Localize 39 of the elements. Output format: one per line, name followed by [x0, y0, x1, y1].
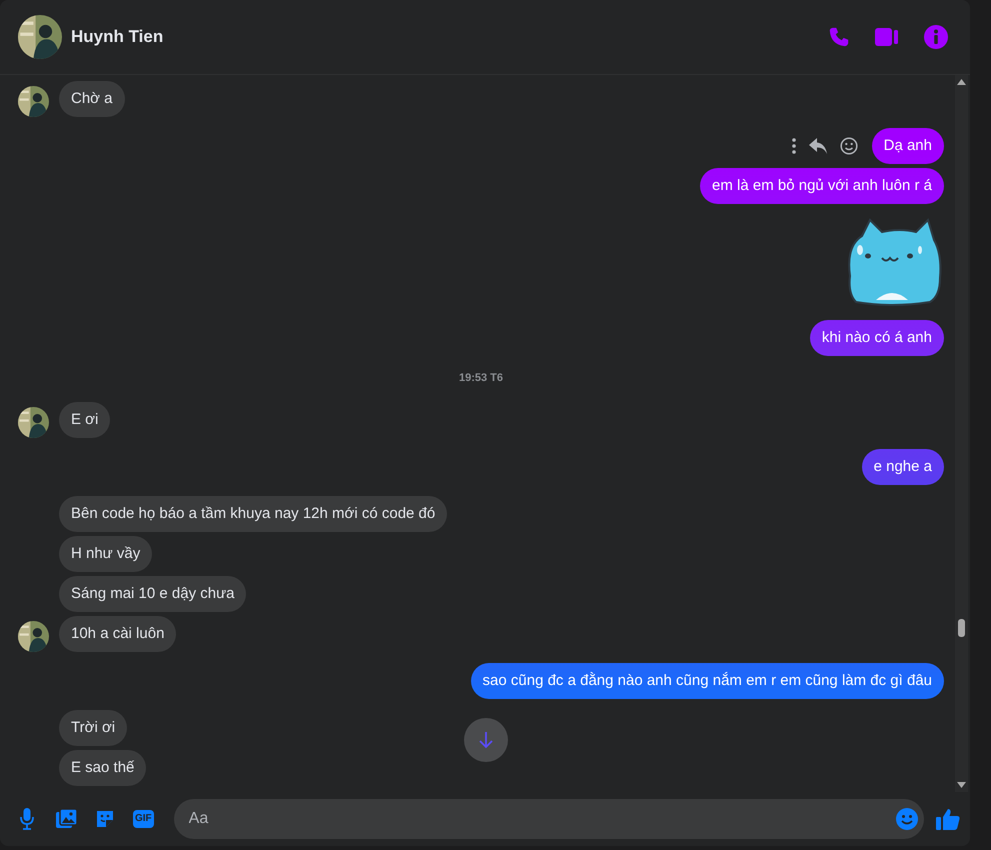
avatar — [18, 407, 49, 438]
thumbs-up-icon[interactable] — [936, 808, 960, 830]
contact-name[interactable]: Huynh Tien — [71, 27, 828, 47]
scroll-down-button[interactable] — [464, 718, 508, 762]
microphone-icon[interactable] — [20, 808, 34, 830]
gif-button[interactable]: GIF — [133, 810, 154, 828]
message-bubble: sao cũng đc a đằng nào anh cũng nắm em r em cũng làm đc gì đâu — [470, 663, 944, 699]
scrollbar-thumb[interactable] — [958, 619, 965, 637]
emoji-icon[interactable] — [896, 808, 918, 830]
message-bubble: Chờ a — [59, 81, 125, 117]
reply-icon[interactable] — [808, 137, 828, 155]
timestamp: 19:53 T6 — [458, 372, 504, 384]
emoji-icon[interactable] — [840, 137, 858, 155]
scrollbar[interactable] — [955, 75, 968, 792]
sticker-icon[interactable] — [95, 809, 115, 829]
avatar — [18, 15, 62, 59]
message-bubble: em là em bỏ ngủ với anh luôn r á — [700, 168, 944, 204]
message-input[interactable]: Aa — [186, 809, 896, 829]
message-bubble: Sáng mai 10 e dậy chưa — [59, 576, 246, 612]
scroll-up-arrow-icon[interactable] — [957, 79, 966, 85]
avatar — [18, 86, 49, 117]
message-bubble: Trời ơi — [59, 710, 128, 746]
scroll-down-arrow-icon[interactable] — [957, 782, 966, 788]
message-bubble: H như vầy — [59, 536, 152, 572]
message-bubble: e nghe a — [862, 449, 944, 485]
message-bubble: Dạ anh — [872, 128, 944, 164]
message-bubble: E ơi — [59, 402, 110, 438]
message-bubble: E sao thế — [59, 750, 146, 786]
message-field[interactable]: Aa — [174, 799, 924, 839]
avatar — [18, 621, 49, 652]
info-icon[interactable] — [924, 25, 948, 49]
video-camera-icon[interactable] — [875, 27, 899, 47]
arrow-down-icon — [478, 731, 494, 749]
message-bubble: Bên code họ báo a tầm khuya nay 12h mới có code đó — [59, 496, 448, 532]
more-icon[interactable] — [792, 138, 796, 154]
message-bubble: khi nào có á anh — [810, 320, 944, 356]
message-bubble: 10h a cài luôn — [59, 616, 176, 652]
image-icon[interactable] — [56, 809, 76, 829]
phone-icon[interactable] — [828, 26, 850, 48]
